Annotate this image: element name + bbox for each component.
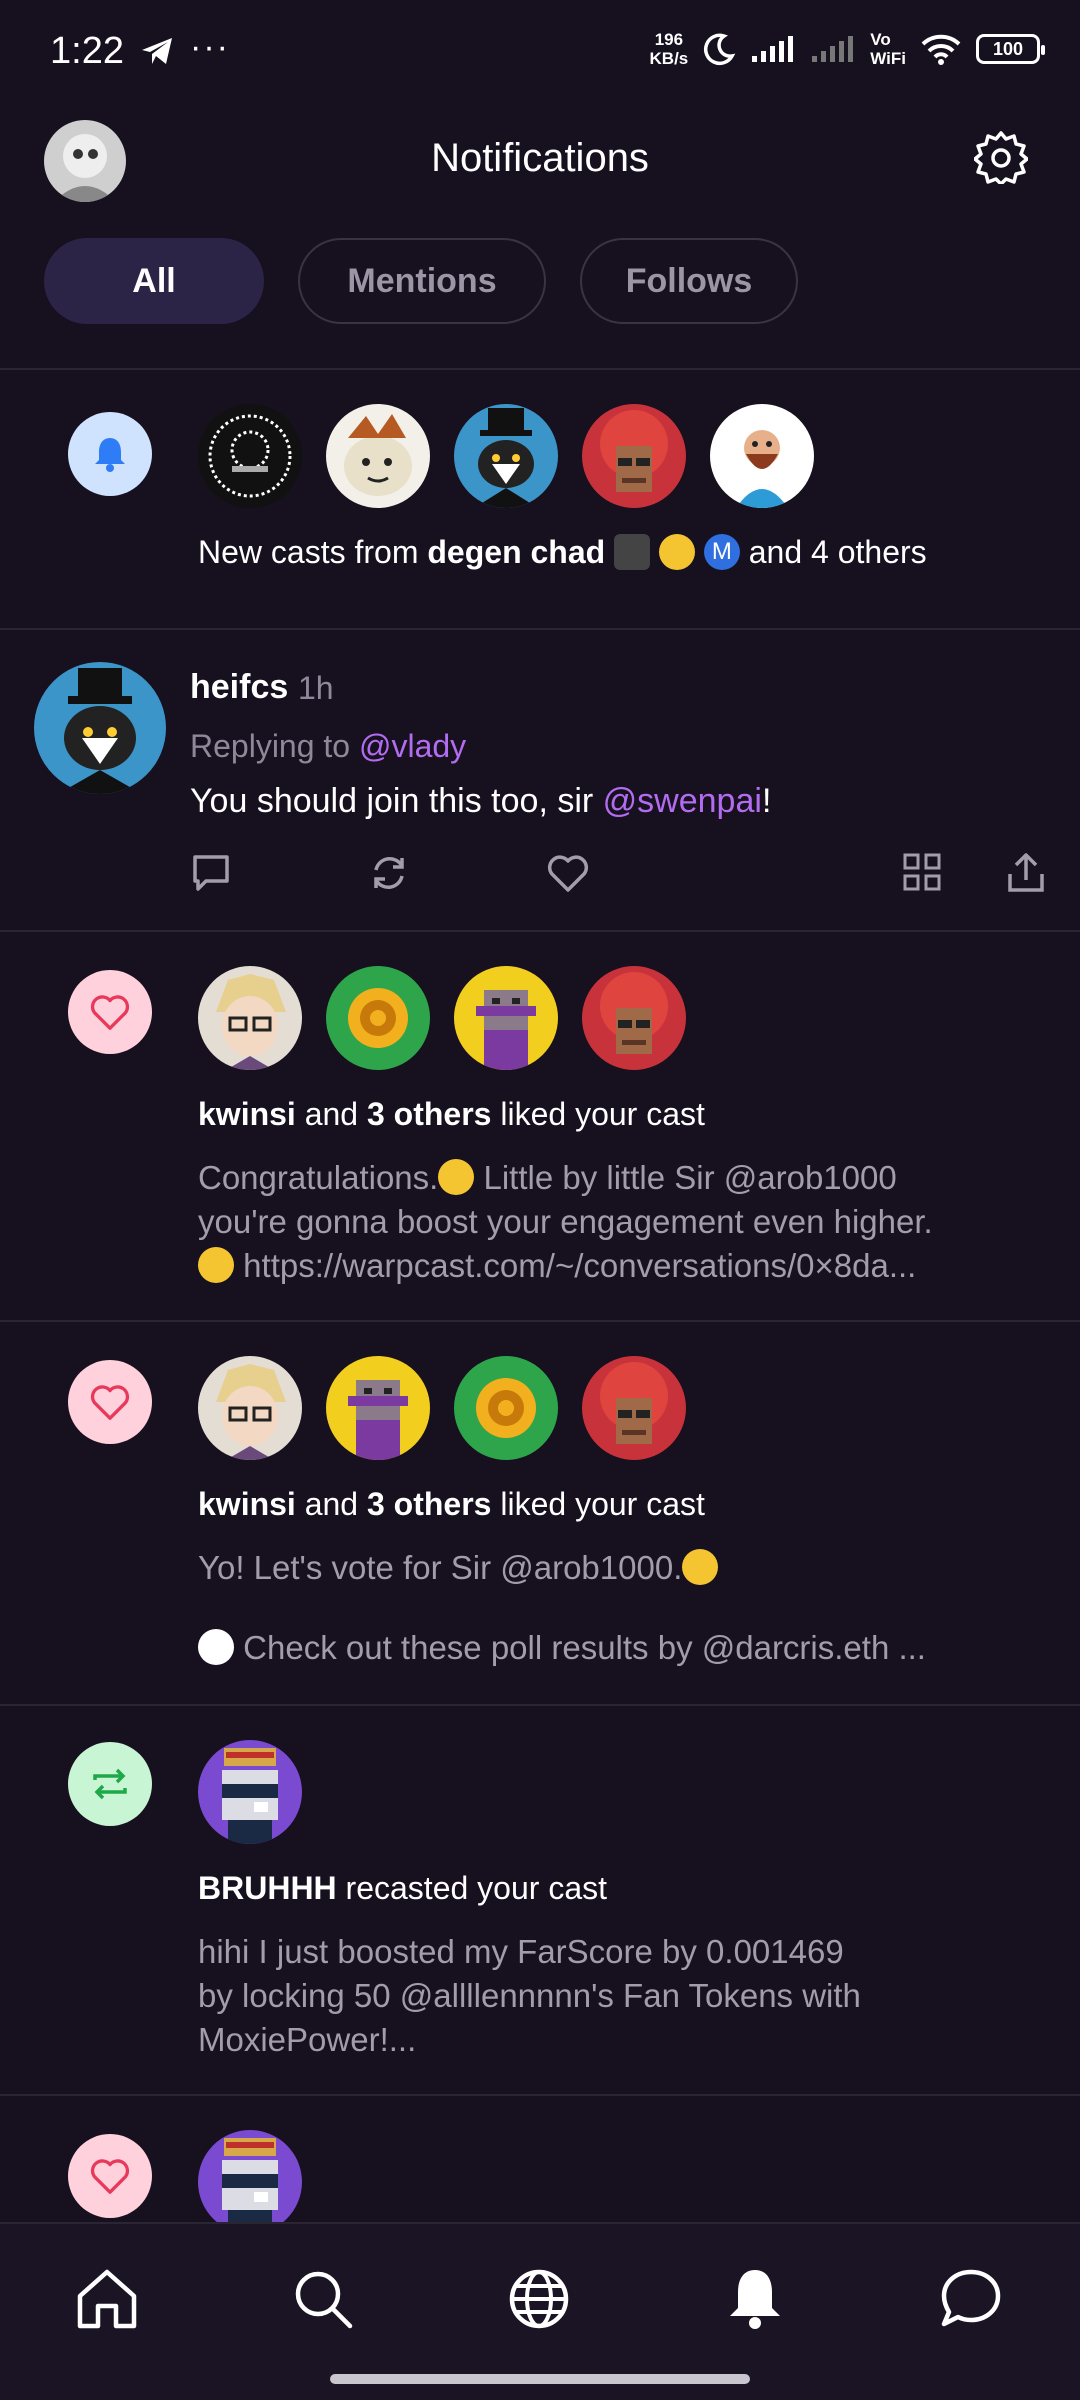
globe-icon[interactable] <box>506 2266 572 2332</box>
more-notifications-icon: ··· <box>190 28 230 66</box>
notification-like[interactable]: kwinsi and 3 others liked your cast Yo! … <box>0 1322 1080 1704</box>
share-icon[interactable] <box>1006 852 1046 894</box>
gear-icon[interactable] <box>974 130 1028 184</box>
heart-icon <box>90 995 130 1030</box>
mention-link[interactable]: @vlady <box>359 728 466 764</box>
notification-summary: BRUHHH recasted your cast <box>198 1870 607 1906</box>
telegram-icon <box>142 38 172 64</box>
avatar[interactable] <box>198 404 302 508</box>
avatar[interactable] <box>198 1356 302 1460</box>
app-header: Notifications <box>0 110 1080 210</box>
page-title: Notifications <box>431 136 649 180</box>
recast-icon[interactable] <box>368 852 410 894</box>
bell-icon <box>95 438 125 472</box>
thought-balloon-emoji-icon <box>198 1629 234 1666</box>
avatar[interactable] <box>454 404 558 508</box>
saluting-face-emoji-icon <box>682 1549 719 1586</box>
chat-icon[interactable] <box>938 2266 1004 2332</box>
divider <box>0 628 1080 630</box>
notification-recast[interactable]: BRUHHH recasted your cast hihi I just bo… <box>0 1706 1080 2094</box>
replying-to: Replying to @vlady <box>190 728 467 764</box>
home-icon[interactable] <box>74 2266 140 2332</box>
signal-2-icon <box>812 36 854 62</box>
vowifi-indicator: Vo WiFi <box>870 30 906 68</box>
like-badge <box>68 2134 152 2218</box>
avatar[interactable] <box>710 404 814 508</box>
heart-icon <box>90 1385 130 1420</box>
shushing-face-emoji-icon <box>658 533 695 570</box>
battery-indicator: 100 <box>976 34 1045 64</box>
notification-summary: kwinsi and 3 others liked your cast <box>198 1096 705 1132</box>
reply-icon[interactable] <box>190 852 232 894</box>
avatar[interactable] <box>582 404 686 508</box>
m-badge-icon: M <box>703 533 740 570</box>
cast-preview[interactable]: Yo! Let's vote for Sir @arob1000. Check … <box>198 1546 1038 1670</box>
cast-preview[interactable]: hihi I just boosted my FarScore by 0.001… <box>198 1930 1038 2062</box>
avatar[interactable] <box>326 404 430 508</box>
notification-like[interactable] <box>0 2096 1080 2222</box>
network-speed: 196 KB/s <box>649 30 689 68</box>
clapping-hands-emoji-icon <box>438 1159 475 1196</box>
recast-icon <box>93 1768 127 1800</box>
search-icon[interactable] <box>290 2266 356 2332</box>
status-bar: 1:22 ··· 196 KB/s Vo WiFi 100 <box>0 0 1080 100</box>
avatar[interactable] <box>326 1356 430 1460</box>
like-badge <box>68 970 152 1054</box>
tab-all[interactable]: All <box>44 238 264 324</box>
cast-username[interactable]: heifcs <box>190 668 288 707</box>
home-indicator[interactable] <box>330 2374 750 2384</box>
like-icon[interactable] <box>546 852 590 894</box>
bell-badge <box>68 412 152 496</box>
grid-icon[interactable] <box>902 852 942 892</box>
avatar[interactable] <box>34 662 166 794</box>
cast-text: You should join this too, sir @swenpai! <box>190 782 772 820</box>
filter-tabs: All Mentions Follows <box>44 238 798 324</box>
wifi-icon <box>921 34 961 65</box>
signal-icon <box>752 36 794 62</box>
heart-icon <box>90 2159 130 2194</box>
tab-mentions[interactable]: Mentions <box>298 238 546 324</box>
cast-timestamp: 1h <box>298 670 334 706</box>
tab-follows[interactable]: Follows <box>580 238 798 324</box>
top-hat-emoji-icon <box>614 533 651 570</box>
avatar[interactable] <box>198 966 302 1070</box>
notification-summary: New casts from degen chad M and 4 others <box>198 533 927 570</box>
notification-like[interactable]: kwinsi and 3 others liked your cast Cong… <box>0 932 1080 1320</box>
saluting-face-emoji-icon <box>198 1247 234 1284</box>
moon-icon <box>704 33 736 66</box>
mention-link[interactable]: @swenpai <box>603 782 762 820</box>
recast-badge <box>68 1742 152 1826</box>
bell-icon[interactable] <box>722 2266 788 2332</box>
avatar[interactable] <box>198 1740 302 1844</box>
avatar[interactable] <box>582 966 686 1070</box>
avatar[interactable] <box>454 1356 558 1460</box>
avatar[interactable] <box>454 966 558 1070</box>
notification-new-casts[interactable]: New casts from degen chad M and 4 others <box>0 370 1080 628</box>
notification-summary: kwinsi and 3 others liked your cast <box>198 1486 705 1522</box>
avatar[interactable] <box>326 966 430 1070</box>
cast-preview[interactable]: Congratulations. Little by little Sir @a… <box>198 1156 1038 1288</box>
like-badge <box>68 1360 152 1444</box>
avatar[interactable] <box>198 2130 302 2222</box>
avatar[interactable] <box>582 1356 686 1460</box>
clock: 1:22 <box>50 30 124 72</box>
